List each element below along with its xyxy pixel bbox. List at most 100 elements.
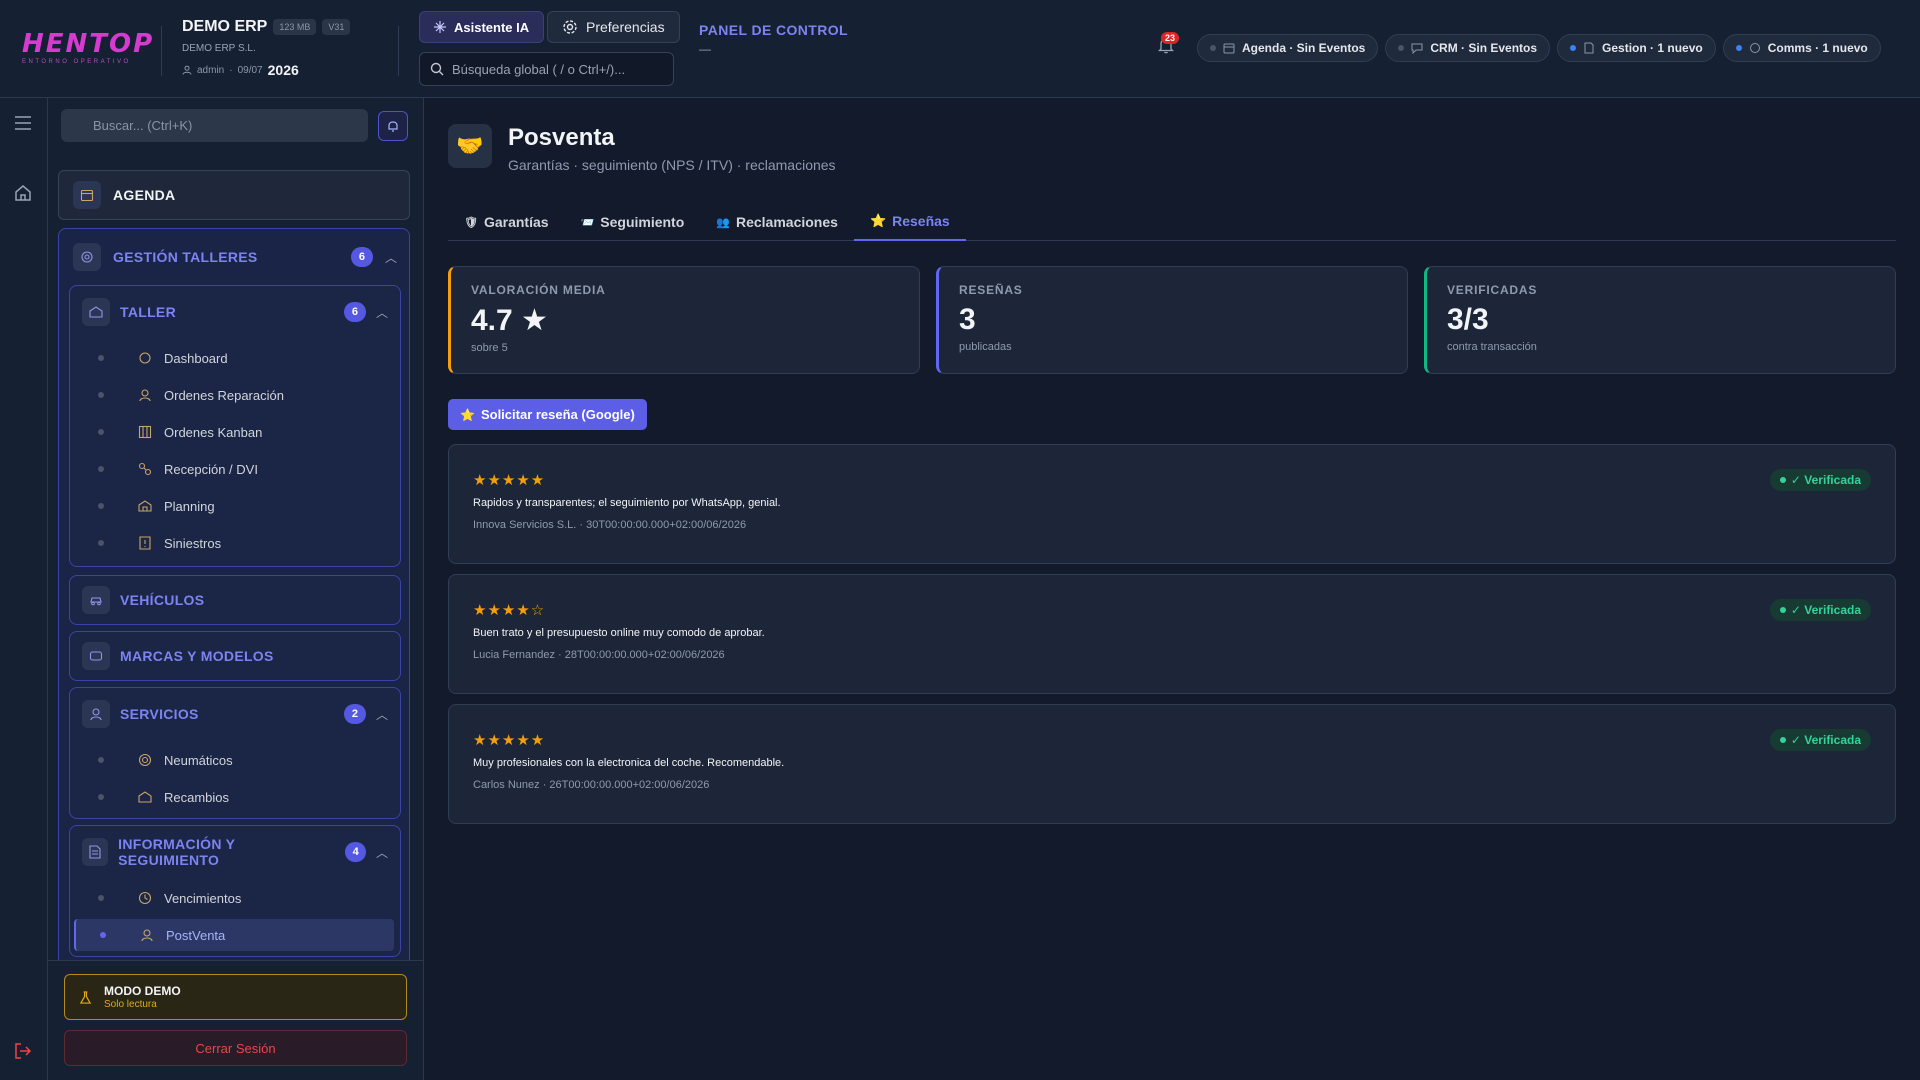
- sidebar-item-vencimientos[interactable]: Vencimientos: [74, 882, 394, 914]
- demo-mode-title: MODO DEMO: [104, 984, 181, 998]
- garage-icon: [89, 305, 103, 319]
- logo-subtitle: ENTORNO OPERATIVO: [22, 59, 131, 65]
- sidebar-item-planning[interactable]: Planning: [74, 490, 394, 522]
- chat-icon: [1411, 42, 1423, 54]
- chevron-up-icon[interactable]: ︿: [385, 249, 397, 266]
- page-subtitle: Garantías · seguimiento (NPS / ITV) · re…: [508, 157, 836, 173]
- company-name: DEMO ERP: [182, 18, 268, 35]
- sidebar-item-recepcion-dvi[interactable]: Recepción / DVI: [74, 453, 394, 485]
- mail-icon: 📨: [580, 216, 595, 229]
- document-icon: [1583, 42, 1595, 54]
- verified-badge: ✓ Verificada: [1769, 729, 1871, 751]
- logout-button[interactable]: Cerrar Sesión: [64, 1030, 407, 1066]
- kpi-row: VALORACIÓN MEDIA 4.7 ★ sobre 5 RESEÑAS 3…: [448, 266, 1896, 374]
- top-header: HENTOP ENTORNO OPERATIVO DEMO ERP 123 MB…: [0, 0, 1920, 98]
- star-rating: ★★★★★: [473, 732, 546, 749]
- sidebar-subgroup-vehiculos[interactable]: VEHÍCULOS: [69, 575, 401, 625]
- planning-icon: [138, 499, 152, 513]
- sidebar-group-gestion-talleres: GESTIÓN TALLERES 6 ︿ TALLER 6 ︿ Dashboar…: [58, 228, 410, 1080]
- review-text: Muy profesionales con la electronica del…: [473, 757, 785, 769]
- sidebar-item-agenda[interactable]: AGENDA: [58, 170, 410, 220]
- subgroup-header-taller[interactable]: TALLER 6 ︿: [82, 296, 388, 328]
- sparkle-icon: [434, 21, 446, 33]
- sidebar-search-input[interactable]: [71, 118, 358, 133]
- group-count-badge: 6: [350, 247, 373, 267]
- review-meta: Innova Servicios S.L. · 30T00:00:00.000+…: [473, 519, 747, 531]
- hamburger-menu-icon[interactable]: [14, 116, 32, 130]
- kanban-icon: [138, 425, 152, 439]
- sidebar-item-recambios[interactable]: Recambios: [74, 781, 394, 813]
- calendar-icon: [1223, 42, 1235, 54]
- agenda-status-pill[interactable]: Agenda · Sin Eventos: [1197, 34, 1379, 62]
- sidebar-subgroup-informacion-seguimiento: INFORMACIÓN Y SEGUIMIENTO 4 ︿ Vencimient…: [69, 825, 401, 957]
- global-search[interactable]: [419, 52, 674, 86]
- chevron-up-icon[interactable]: ︿: [376, 304, 388, 321]
- info-document-icon: [88, 845, 102, 859]
- review-list: ★★★★★ Rapidos y transparentes; el seguim…: [448, 444, 1896, 834]
- review-text: Buen trato y el presupuesto online muy c…: [473, 627, 765, 639]
- message-icon: [1749, 42, 1761, 54]
- dashboard-icon: [138, 351, 152, 365]
- service-icon: [89, 707, 103, 721]
- star-rating: ★★★★★: [473, 472, 546, 489]
- sidebar: AGENDA GESTIÓN TALLERES 6 ︿ TALLER 6 ︿ D…: [48, 98, 424, 1080]
- subgroup-header-informacion[interactable]: INFORMACIÓN Y SEGUIMIENTO 4 ︿: [82, 836, 388, 868]
- ai-assistant-button[interactable]: Asistente IA: [419, 11, 545, 43]
- sidebar-item-postventa[interactable]: PostVenta: [74, 919, 394, 951]
- people-icon: 👥: [716, 216, 730, 229]
- app-logo[interactable]: HENTOP ENTORNO OPERATIVO: [22, 30, 152, 65]
- gestion-status-pill[interactable]: Gestion · 1 nuevo: [1557, 34, 1716, 62]
- company-legal: DEMO ERP S.L.: [182, 43, 256, 54]
- review-text: Rapidos y transparentes; el seguimiento …: [473, 497, 781, 509]
- request-review-button[interactable]: ⭐ Solicitar reseña (Google): [448, 399, 647, 430]
- global-search-input[interactable]: [452, 61, 663, 77]
- sidebar-search[interactable]: [61, 109, 368, 142]
- sidebar-subgroup-marcas-modelos[interactable]: MARCAS Y MODELOS: [69, 631, 401, 681]
- review-meta: Lucia Fernandez · 28T00:00:00.000+02:00/…: [473, 649, 725, 661]
- chevron-up-icon[interactable]: ︿: [376, 706, 388, 723]
- handshake-icon: 🤝: [448, 124, 492, 168]
- verified-badge: ✓ Verificada: [1769, 599, 1871, 621]
- review-meta: Carlos Nunez · 26T00:00:00.000+02:00/06/…: [473, 779, 710, 791]
- support-icon: [140, 928, 154, 942]
- company-info: DEMO ERP 123 MB V31 DEMO ERP S.L. admin …: [182, 18, 351, 78]
- header-divider: [398, 26, 399, 76]
- review-card: ★★★★★ Rapidos y transparentes; el seguim…: [448, 444, 1896, 564]
- home-icon[interactable]: [14, 184, 32, 202]
- comms-status-pill[interactable]: Comms · 1 nuevo: [1722, 34, 1881, 62]
- sidebar-item-ordenes-kanban[interactable]: Ordenes Kanban: [74, 416, 394, 448]
- sidebar-footer: MODO DEMO Solo lectura Cerrar Sesión: [48, 960, 423, 1080]
- sidebar-subgroup-servicios: SERVICIOS 2 ︿ Neumáticos Recambios: [69, 687, 401, 819]
- sidebar-item-siniestros[interactable]: Siniestros: [74, 527, 394, 559]
- car-icon: [89, 593, 103, 607]
- logout-icon[interactable]: [14, 1042, 32, 1060]
- review-card: ★★★★★ Muy profesionales con la electroni…: [448, 704, 1896, 824]
- current-year: 2026: [267, 62, 299, 78]
- notifications-badge: 23: [1161, 32, 1180, 44]
- sidebar-item-ordenes-reparacion[interactable]: Ordenes Reparación: [74, 379, 394, 411]
- tab-resenas[interactable]: ⭐ Reseñas: [853, 203, 966, 241]
- sidebar-item-dashboard[interactable]: Dashboard: [74, 342, 394, 374]
- crm-status-pill[interactable]: CRM · Sin Eventos: [1385, 34, 1551, 62]
- star-icon: ⭐: [460, 407, 475, 422]
- shield-icon: 🛡: [464, 216, 478, 229]
- claim-icon: [138, 536, 152, 550]
- chevron-up-icon[interactable]: ︿: [376, 844, 388, 861]
- panel-title[interactable]: PANEL DE CONTROL: [699, 22, 848, 38]
- header-divider: [161, 26, 162, 76]
- group-header-gestion-talleres[interactable]: GESTIÓN TALLERES 6 ︿: [73, 241, 397, 273]
- sidebar-item-neumaticos[interactable]: Neumáticos: [74, 744, 394, 776]
- panel-subtitle: —: [699, 42, 711, 56]
- kpi-verificadas: VERIFICADAS 3/3 contra transacción: [1424, 266, 1896, 374]
- pin-button[interactable]: [378, 111, 408, 141]
- preferences-button[interactable]: Preferencias: [547, 11, 680, 43]
- tab-seguimiento[interactable]: 📨 Seguimiento: [565, 203, 701, 241]
- page-title: Posventa: [508, 124, 615, 151]
- tab-reclamaciones[interactable]: 👥 Reclamaciones: [700, 203, 854, 241]
- subgroup-header-servicios[interactable]: SERVICIOS 2 ︿: [82, 698, 388, 730]
- current-date: 09/07: [237, 64, 263, 76]
- status-pills: Agenda · Sin Eventos CRM · Sin Eventos G…: [1197, 34, 1881, 62]
- main-content: 🤝 Posventa Garantías · seguimiento (NPS …: [424, 98, 1920, 1080]
- tab-garantias[interactable]: 🛡 Garantías: [448, 203, 565, 241]
- kpi-resenas: RESEÑAS 3 publicadas: [936, 266, 1408, 374]
